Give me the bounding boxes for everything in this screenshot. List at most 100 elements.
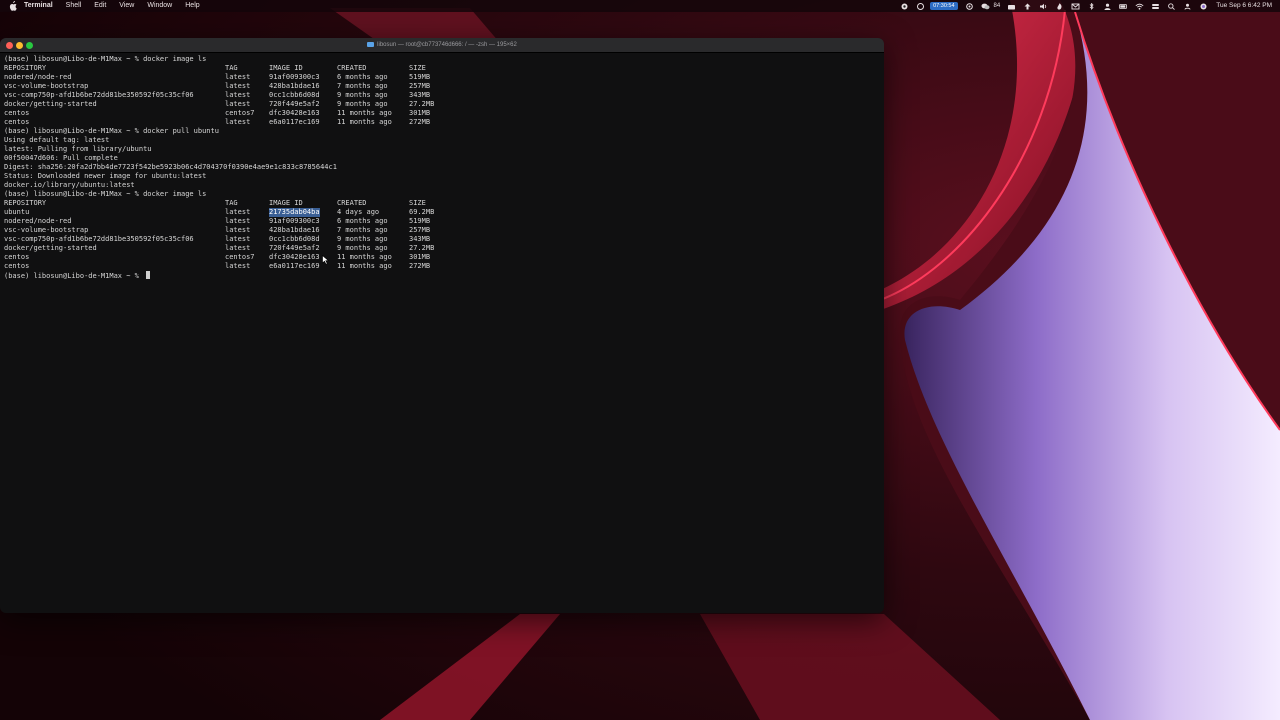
command-text: (base) libosun@Libo-de-M1Max ~ % docker … (4, 55, 207, 63)
window-titlebar[interactable]: libosun — root@cb773746d666: / — -zsh — … (0, 38, 884, 53)
spotlight-search-icon[interactable] (1167, 2, 1176, 10)
battery-percent: 84 (993, 3, 1001, 9)
user-switch-icon[interactable] (1183, 3, 1192, 10)
output-line: 00f50047d606: Pull complete (4, 154, 876, 163)
header-size: SIZE (409, 199, 426, 207)
cell-created: 9 months ago (337, 91, 388, 99)
cell-tag: latest (225, 208, 251, 216)
upload-icon[interactable] (1023, 3, 1032, 10)
app-tray-icon[interactable] (916, 2, 925, 10)
cell-size: 272MB (409, 262, 431, 270)
cell-created: 11 months ago (337, 253, 392, 261)
bluetooth-icon[interactable] (1087, 2, 1096, 10)
cell-size: 343MB (409, 91, 431, 99)
menu-app-terminal[interactable]: Terminal (24, 0, 53, 12)
output-text: docker.io/library/ubuntu:latest (4, 181, 135, 189)
cell-repository: docker/getting-started (4, 244, 97, 252)
terminal-window[interactable]: libosun — root@cb773746d666: / — -zsh — … (0, 38, 884, 613)
cell-tag: latest (225, 262, 251, 270)
output-text: Using default tag: latest (4, 136, 110, 144)
table-row: centos centos7 dfc30428e163 11 months ago 30… (4, 109, 876, 118)
record-indicator-icon[interactable] (900, 3, 909, 10)
header-tag: TAG (225, 199, 238, 207)
cell-created: 7 months ago (337, 226, 388, 234)
cell-created: 7 months ago (337, 82, 388, 90)
cell-size: 257MB (409, 82, 431, 90)
cell-repository: centos (4, 109, 30, 117)
menu-view[interactable]: View (119, 0, 134, 12)
battery-icon[interactable] (1119, 3, 1128, 10)
control-center-icon[interactable] (1151, 3, 1160, 10)
siri-icon[interactable] (1199, 3, 1208, 10)
menubar-clock[interactable]: Tue Sep 6 6:42 PM (1216, 0, 1272, 12)
menu-shell[interactable]: Shell (66, 0, 82, 12)
header-created: CREATED (337, 199, 367, 207)
cell-image-id: 428ba1bdae16 (269, 226, 320, 234)
wifi-icon[interactable] (1135, 3, 1144, 10)
output-text: latest: Pulling from library/ubuntu (4, 145, 152, 153)
cell-tag: centos7 (225, 253, 255, 261)
cell-image-id: 720f449e5af2 (269, 244, 320, 252)
terminal-output[interactable]: (base) libosun@Libo-de-M1Max ~ % docker … (4, 55, 876, 609)
output-text: Digest: sha256:20fa2d7bb4de7723f542be592… (4, 163, 337, 171)
apple-logo-icon[interactable] (8, 1, 18, 11)
header-repository: REPOSITORY (4, 64, 47, 72)
cell-tag: latest (225, 217, 251, 225)
cell-size: 301MB (409, 253, 431, 261)
cell-repository: centos (4, 262, 30, 270)
cell-size: 343MB (409, 235, 431, 243)
cell-created: 11 months ago (337, 262, 392, 270)
cell-created: 9 months ago (337, 244, 388, 252)
table-row: nodered/node-red latest 91af009300c3 6 mont… (4, 217, 876, 226)
cell-image-id: e6a0117ec169 (269, 118, 320, 126)
command-text: (base) libosun@Libo-de-M1Max ~ % docker … (4, 190, 207, 198)
text-cursor (146, 271, 151, 279)
header-size: SIZE (409, 64, 426, 72)
cell-created: 6 months ago (337, 217, 388, 225)
briefcase-icon[interactable] (1007, 3, 1016, 10)
user-icon[interactable] (1103, 3, 1112, 10)
table-row: docker/getting-started latest 720f449e5af2… (4, 100, 876, 109)
table-row: vsc-comp750p-afd1b6be72dd81be350592f05c3… (4, 91, 876, 100)
header-repository: REPOSITORY (4, 199, 47, 207)
cell-image-id: e6a0117ec169 (269, 262, 320, 270)
cell-repository: vsc-comp750p-afd1b6be72dd81be350592f05c3… (4, 91, 194, 99)
recording-timer[interactable]: 07:30:54 (930, 2, 958, 10)
cell-image-id: 0cc1cbb6d08d (269, 91, 320, 99)
volume-icon[interactable] (1039, 3, 1048, 10)
cell-image-id: 91af009300c3 (269, 217, 320, 225)
table-row: docker/getting-started latest 720f449e5af2… (4, 244, 876, 253)
cell-repository: nodered/node-red (4, 217, 72, 225)
output-line: Digest: sha256:20fa2d7bb4de7723f542be592… (4, 163, 876, 172)
cell-created: 6 months ago (337, 73, 388, 81)
prompt-text: (base) libosun@Libo-de-M1Max ~ % (4, 272, 144, 280)
wechat-icon[interactable] (981, 3, 990, 10)
table-row: ubuntu latest 21735dab04ba 4 days ago 69.2MB (4, 208, 876, 217)
prompt-line[interactable]: (base) libosun@Libo-de-M1Max ~ % (4, 271, 876, 280)
mail-icon[interactable] (1071, 3, 1080, 10)
menu-window[interactable]: Window (147, 0, 172, 12)
header-tag: TAG (225, 64, 238, 72)
cell-size: 519MB (409, 73, 431, 81)
active-prompt[interactable]: (base) libosun@Libo-de-M1Max ~ % (4, 271, 151, 281)
cell-image-id: 0cc1cbb6d08d (269, 235, 320, 243)
cell-repository: vsc-volume-bootstrap (4, 82, 89, 90)
cell-created: 4 days ago (337, 208, 380, 216)
cell-size: 257MB (409, 226, 431, 234)
cell-repository: nodered/node-red (4, 73, 72, 81)
cell-image-id: 91af009300c3 (269, 73, 320, 81)
cell-image-id: dfc30428e163 (269, 109, 320, 117)
cell-size: 519MB (409, 217, 431, 225)
table-row: centos centos7 dfc30428e163 11 months ago 30… (4, 253, 876, 262)
table-row: vsc-volume-bootstrap latest 428ba1bdae16 7 … (4, 226, 876, 235)
selected-image-id[interactable]: 21735dab04ba (269, 208, 320, 217)
mouse-pointer-icon (322, 255, 330, 265)
cell-repository: vsc-volume-bootstrap (4, 226, 89, 234)
cell-repository: docker/getting-started (4, 100, 97, 108)
status-tray: 07:30:54 84 Tue Sep 6 6:42 PM (893, 0, 1272, 12)
output-line: Status: Downloaded newer image for ubunt… (4, 172, 876, 181)
flame-icon[interactable] (1055, 2, 1064, 10)
menu-help[interactable]: Help (185, 0, 199, 12)
focus-icon[interactable] (965, 2, 974, 10)
menu-edit[interactable]: Edit (94, 0, 106, 12)
